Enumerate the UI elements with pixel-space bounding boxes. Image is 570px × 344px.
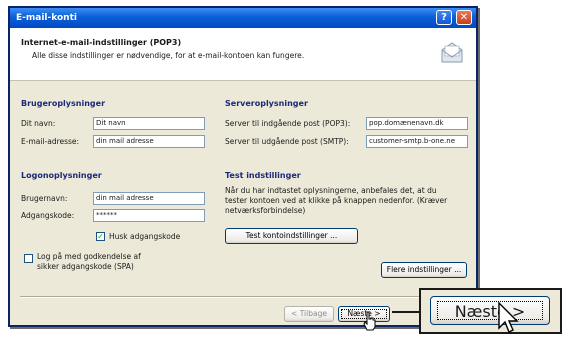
username-label: Brugernavn: (21, 194, 68, 203)
test-text-line2: tester kontoen ved at klikke på knappen … (225, 196, 448, 205)
zoom-callout: Næste > (419, 288, 562, 334)
footer-divider (20, 296, 466, 298)
window-title: E-mail-konti (16, 13, 77, 23)
test-text-line3: netværksforbindelse) (225, 206, 306, 215)
test-description: Når du har indtastet oplysningerne, anbe… (225, 186, 447, 216)
spa-label-line1: Log på med godkendelse af (37, 252, 141, 261)
header-title: Internet-e-mail-indstillinger (POP3) (21, 38, 182, 47)
spa-checkbox[interactable] (24, 254, 33, 263)
help-icon: ? (441, 12, 447, 23)
incoming-server-field[interactable]: pop.domænenavn.dk (366, 117, 468, 130)
pointer-cursor-icon (498, 302, 519, 333)
outgoing-server-label: Server til udgående post (SMTP): (225, 137, 349, 146)
dialog-header: Internet-e-mail-indstillinger (POP3) All… (10, 28, 476, 81)
spa-label: Log på med godkendelse af sikker adgangs… (37, 252, 141, 272)
logon-info-heading: Logonoplysninger (21, 171, 102, 180)
hand-cursor-icon (363, 311, 376, 331)
zoomed-next-button[interactable]: Næste > (430, 296, 550, 325)
help-button[interactable]: ? (436, 10, 452, 25)
test-settings-heading: Test indstillinger (225, 171, 301, 180)
username-field[interactable]: din mail adresse (93, 192, 205, 205)
title-bar[interactable]: E-mail-konti ? ✕ (10, 8, 476, 28)
email-label: E-mail-adresse: (21, 137, 80, 146)
more-settings-button[interactable]: Flere indstillinger ... (381, 262, 467, 278)
remember-password-label: Husk adgangskode (109, 232, 181, 241)
close-button[interactable]: ✕ (456, 10, 472, 25)
password-label: Adgangskode: (21, 211, 75, 220)
header-description: Alle disse indstillinger er nødvendige, … (32, 51, 305, 60)
user-info-heading: Brugeroplysninger (21, 99, 106, 108)
spa-label-line2: sikker adgangskode (SPA) (37, 262, 134, 271)
envelope-icon (441, 42, 463, 63)
close-icon: ✕ (459, 12, 469, 23)
name-field[interactable]: Dit navn (93, 117, 205, 130)
outgoing-server-field[interactable]: customer-smtp.b-one.ne (366, 135, 468, 148)
email-field[interactable]: din mail adresse (93, 135, 205, 148)
email-accounts-dialog: E-mail-konti ? ✕ Internet-e-mail-indstil… (8, 6, 478, 331)
zoomed-next-label: Næste > (437, 301, 543, 321)
test-text-line1: Når du har indtastet oplysningerne, anbe… (225, 186, 437, 195)
server-info-heading: Serveroplysninger (225, 99, 308, 108)
password-field[interactable]: ****** (93, 209, 205, 222)
remember-password-checkbox[interactable]: ✓ (96, 232, 105, 241)
back-button[interactable]: < Tilbage (284, 306, 334, 322)
callout-connector (392, 311, 419, 313)
name-label: Dit navn: (21, 119, 56, 128)
incoming-server-label: Server til indgående post (POP3): (225, 119, 351, 128)
test-account-button[interactable]: Test kontoindstillinger ... (225, 228, 358, 244)
